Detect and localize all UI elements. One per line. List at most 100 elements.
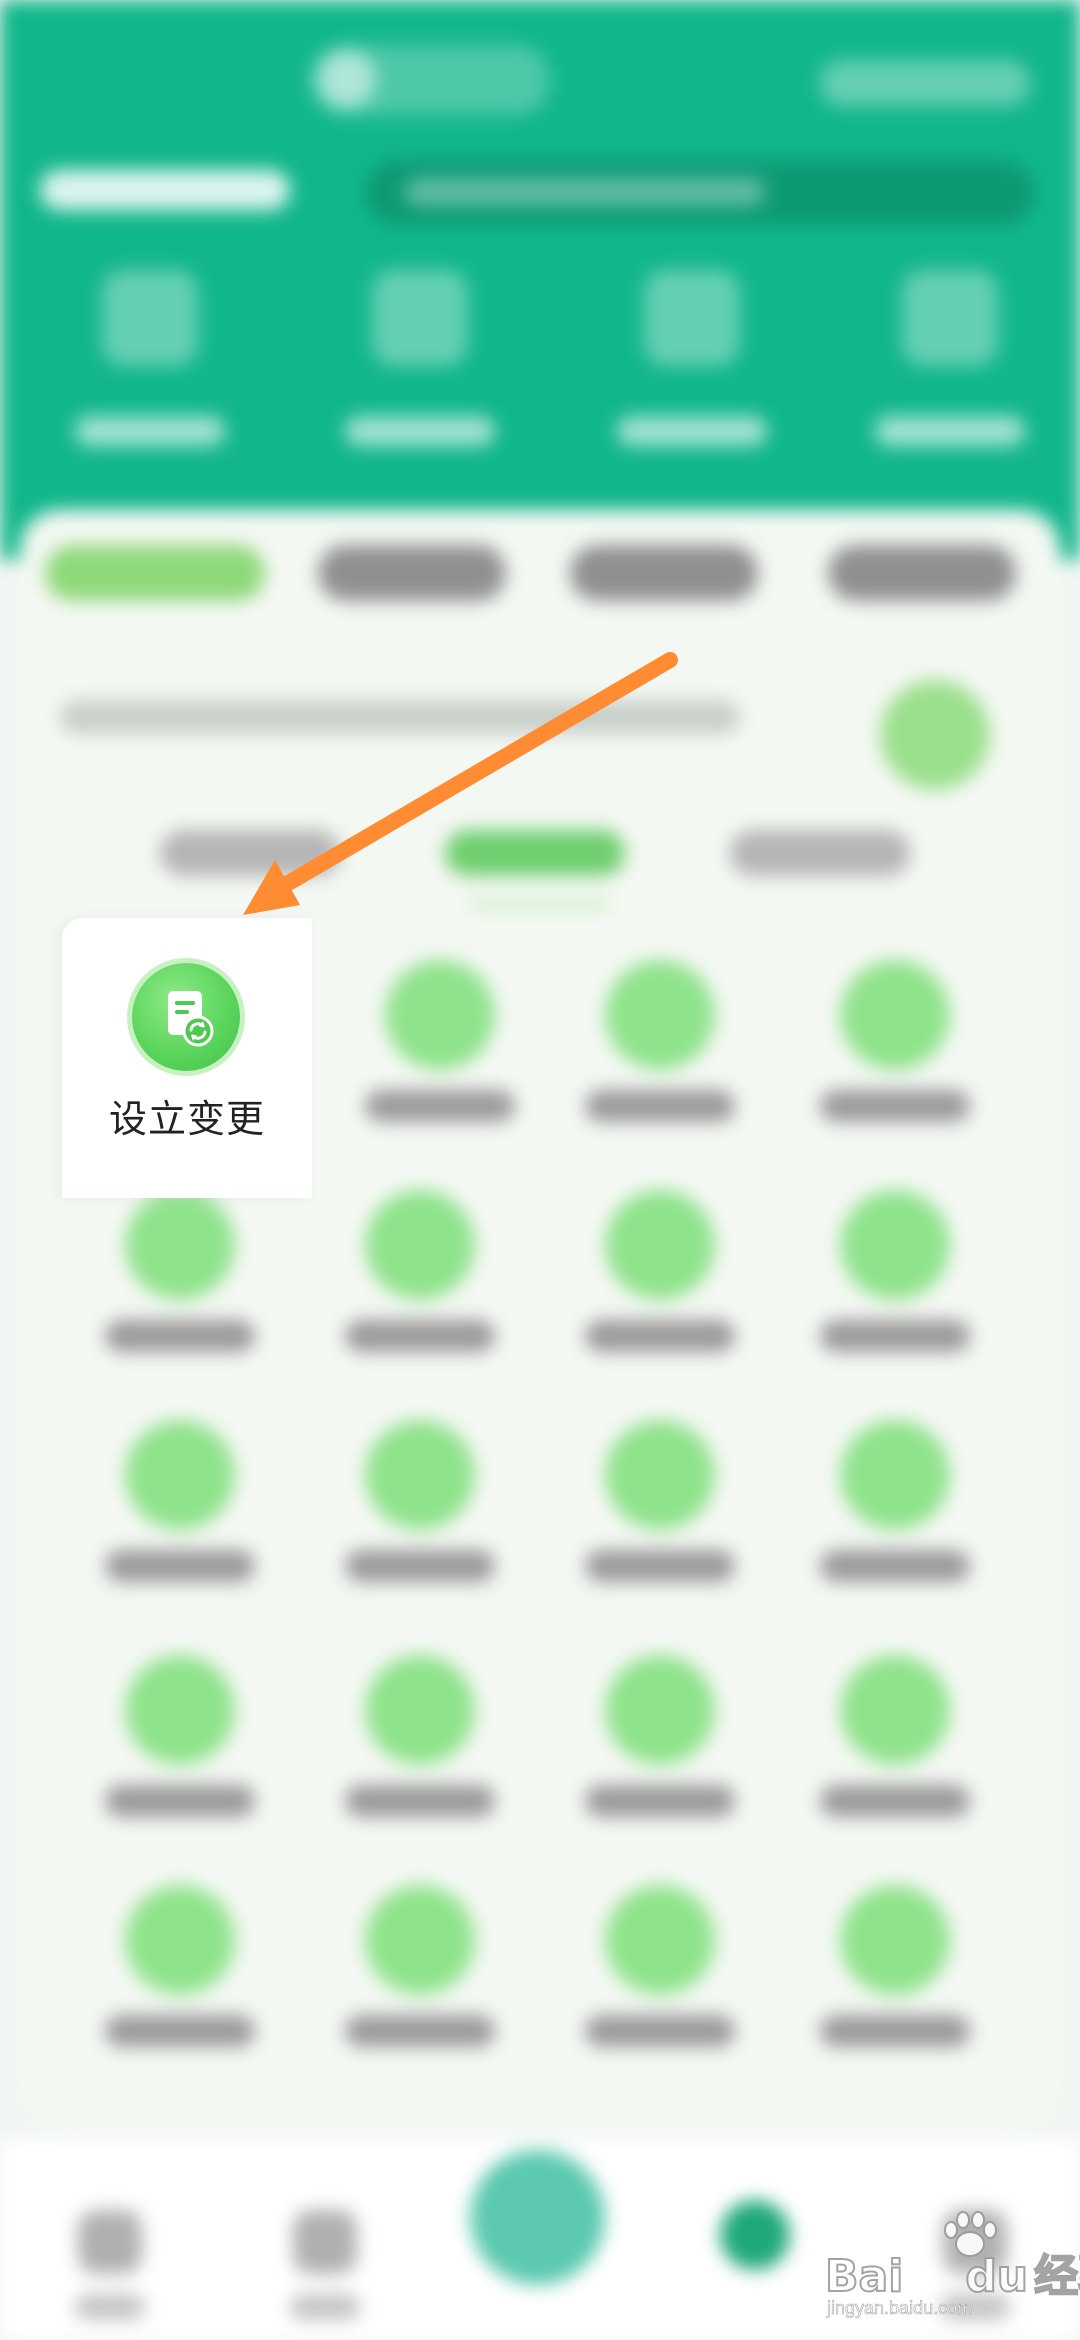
service-label [585, 1090, 735, 1122]
category-tab[interactable] [570, 545, 758, 601]
service-item[interactable] [795, 1420, 995, 1620]
nav-item[interactable] [70, 2210, 150, 2330]
quick-entry-label [345, 416, 495, 446]
service-label [820, 1785, 970, 1817]
quick-entry[interactable] [70, 270, 230, 460]
service-label [585, 1785, 735, 1817]
watermark-brand-left: Bai [824, 2250, 904, 2303]
nav-icon [78, 2210, 142, 2274]
service-item[interactable] [560, 1885, 760, 2085]
service-label [345, 1550, 495, 1582]
service-icon [125, 1190, 235, 1300]
document-refresh-icon[interactable] [132, 963, 240, 1071]
nav-center-button[interactable] [470, 2150, 605, 2285]
quick-entry-icon [372, 270, 468, 366]
service-label [105, 1785, 255, 1817]
watermark-brand: Bai du经验 [824, 2240, 1080, 2304]
service-icon [365, 1655, 475, 1765]
service-icon [840, 1885, 950, 1995]
service-icon [125, 1885, 235, 1995]
sub-tab-indicator [470, 900, 610, 908]
spotlight-label: 设立变更 [108, 1097, 265, 1141]
service-label [820, 1090, 970, 1122]
service-icon [125, 1655, 235, 1765]
baidu-jingyan-watermark: Bai du经验 jingyan.baidu.com [824, 2210, 1080, 2320]
service-icon [605, 1190, 715, 1300]
sub-tab-active[interactable] [445, 830, 625, 876]
logo-icon [318, 50, 376, 108]
category-tab[interactable] [828, 545, 1016, 601]
watermark-url: jingyan.baidu.com [827, 2298, 973, 2319]
service-label [820, 1550, 970, 1582]
nav-label [290, 2294, 360, 2320]
quick-entry-icon [902, 270, 998, 366]
quick-entry[interactable] [612, 270, 772, 460]
service-icon [840, 960, 950, 1070]
service-label [585, 1550, 735, 1582]
watermark-brand-right: du [964, 2250, 1029, 2303]
sub-tab[interactable] [160, 830, 340, 876]
quick-entry-label [75, 416, 225, 446]
quick-entry-label [875, 416, 1025, 446]
service-item[interactable] [320, 1190, 520, 1390]
service-item[interactable] [340, 960, 540, 1160]
category-tab-active[interactable] [45, 545, 265, 601]
service-icon [840, 1190, 950, 1300]
service-label [345, 1320, 495, 1352]
service-item[interactable] [560, 1190, 760, 1390]
service-label [820, 2015, 970, 2047]
service-label [105, 1550, 255, 1582]
service-label [345, 2015, 495, 2047]
service-icon [605, 1420, 715, 1530]
nav-label [75, 2294, 145, 2320]
service-item[interactable] [320, 1655, 520, 1855]
region-selector[interactable] [40, 170, 290, 210]
service-item[interactable] [795, 1190, 995, 1390]
notice-badge[interactable] [880, 680, 990, 790]
service-icon [605, 1655, 715, 1765]
quick-entry[interactable] [340, 270, 500, 460]
service-item[interactable] [80, 1885, 280, 2085]
service-icon [605, 1885, 715, 1995]
service-item[interactable] [80, 1190, 280, 1390]
service-item[interactable] [320, 1885, 520, 2085]
service-item[interactable] [560, 1420, 760, 1620]
service-label [585, 1320, 735, 1352]
nav-item-active[interactable] [720, 2200, 790, 2270]
service-item[interactable] [320, 1420, 520, 1620]
service-item[interactable] [560, 960, 760, 1160]
service-label [105, 2015, 255, 2047]
quick-entry[interactable] [870, 270, 1030, 460]
service-label [105, 1320, 255, 1352]
quick-entry-label [617, 416, 767, 446]
service-icon [840, 1655, 950, 1765]
category-tab[interactable] [318, 545, 506, 601]
service-icon [365, 1420, 475, 1530]
service-item[interactable] [80, 1655, 280, 1855]
header-action[interactable] [820, 60, 1030, 106]
service-item[interactable] [795, 1655, 995, 1855]
service-icon [125, 1420, 235, 1530]
service-icon [840, 1420, 950, 1530]
service-item[interactable] [80, 1420, 280, 1620]
nav-item[interactable] [285, 2210, 365, 2330]
sub-tab[interactable] [730, 830, 910, 876]
notice-text [60, 700, 740, 734]
nav-icon [293, 2210, 357, 2274]
service-icon [385, 960, 495, 1070]
quick-entry-icon [644, 270, 740, 366]
service-item[interactable] [560, 1655, 760, 1855]
service-item[interactable] [795, 960, 995, 1160]
service-label [585, 2015, 735, 2047]
service-label [345, 1785, 495, 1817]
service-icon [365, 1885, 475, 1995]
spotlight-item-setup-change[interactable]: 设立变更 [62, 918, 312, 1198]
watermark-brand-cn: 经验 [1033, 2250, 1080, 2303]
search-placeholder [405, 178, 765, 206]
service-label [820, 1320, 970, 1352]
service-label [365, 1090, 515, 1122]
quick-entry-icon [102, 270, 198, 366]
service-icon [365, 1190, 475, 1300]
service-icon [605, 960, 715, 1070]
service-item[interactable] [795, 1885, 995, 2085]
